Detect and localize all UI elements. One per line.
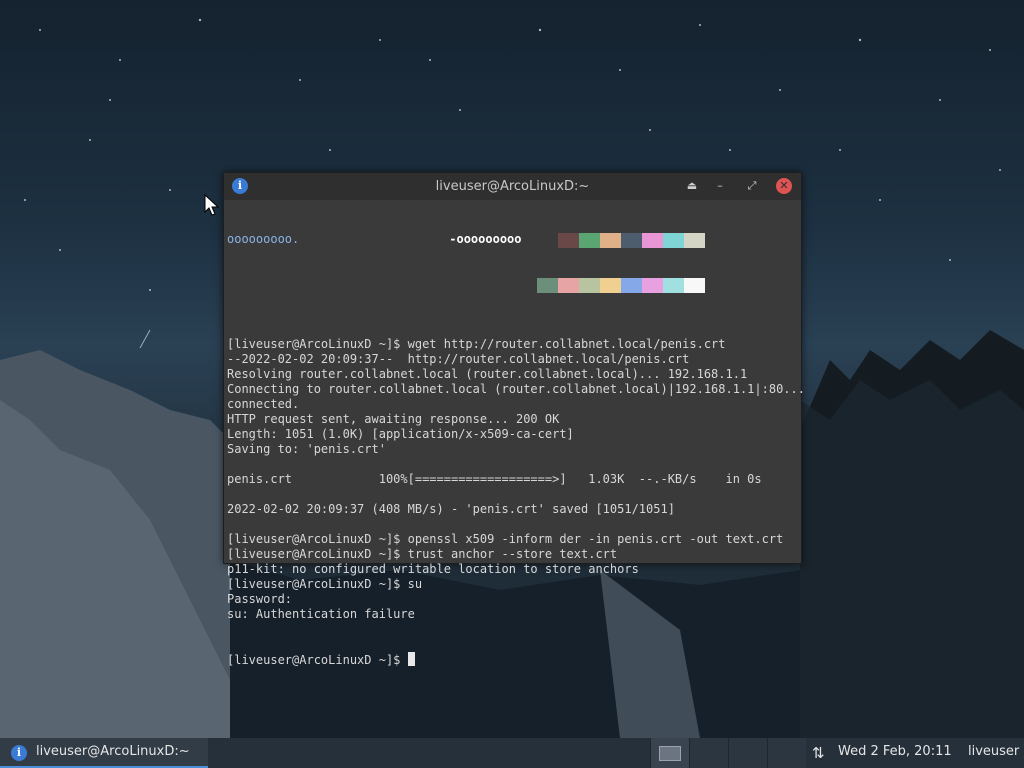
- terminal-window[interactable]: i liveuser@ArcoLinuxD:~ ⏏ – ⤢ ✕ oooooooo…: [223, 172, 805, 667]
- terminal-line: Resolving router.collabnet.local (router…: [227, 367, 748, 381]
- terminal-line: Saving to: 'penis.crt': [227, 442, 386, 456]
- terminal-line: HTTP request sent, awaiting response... …: [227, 412, 560, 426]
- terminal-line: Password:: [227, 592, 293, 606]
- taskbar: i liveuser@ArcoLinuxD:~ ⇅ Wed 2 Feb, 20:…: [0, 738, 1024, 768]
- user-menu[interactable]: liveuser: [968, 744, 1019, 759]
- art-mid: -ooooooooo: [449, 232, 522, 246]
- terminal-line: [liveuser@ArcoLinuxD ~]$ su: [227, 577, 423, 591]
- color-swatch: [579, 233, 600, 248]
- color-swatch: [600, 233, 621, 248]
- terminal-line: 2022-02-02 20:09:37 (408 MB/s) - 'penis.…: [227, 502, 675, 516]
- terminal-lines: [liveuser@ArcoLinuxD ~]$ wget http://rou…: [227, 292, 805, 622]
- color-swatch: [621, 278, 642, 293]
- color-swatch: [579, 278, 600, 293]
- terminal-line: [liveuser@ArcoLinuxD ~]$ openssl x509 -i…: [227, 532, 784, 546]
- terminal-line: connected.: [227, 397, 300, 411]
- info-icon: i: [11, 745, 27, 761]
- text-cursor: [407, 652, 415, 666]
- terminal-line: [liveuser@ArcoLinuxD ~]$ trust anchor --…: [227, 547, 618, 561]
- terminal-line: --2022-02-02 20:09:37-- http://router.co…: [227, 352, 690, 366]
- network-arrows-icon[interactable]: ⇅: [812, 744, 825, 762]
- window-titlebar[interactable]: i liveuser@ArcoLinuxD:~ ⏏ – ⤢ ✕: [224, 173, 801, 200]
- terminal-line: [liveuser@ArcoLinuxD ~]$ wget http://rou…: [227, 337, 726, 351]
- maximize-icon[interactable]: ⤢: [745, 179, 759, 193]
- color-swatch: [642, 233, 663, 248]
- color-swatch: [600, 278, 621, 293]
- color-swatch: [537, 278, 558, 293]
- color-swatch: [537, 233, 558, 248]
- terminal-line: Length: 1051 (1.0K) [application/x-x509-…: [227, 427, 574, 441]
- clock[interactable]: Wed 2 Feb, 20:11: [838, 744, 952, 759]
- color-swatches: [537, 203, 705, 323]
- terminal-line: su: Authentication failure: [227, 607, 415, 621]
- color-swatch: [642, 278, 663, 293]
- terminal-line: p11-kit: no configured writable location…: [227, 562, 639, 576]
- terminal-line: Connecting to router.collabnet.local (ro…: [227, 382, 805, 396]
- taskbar-window-label: liveuser@ArcoLinuxD:~: [36, 744, 190, 759]
- terminal-line: penis.crt 100%[===================>] 1.0…: [227, 472, 762, 486]
- workspace-1[interactable]: [650, 738, 689, 768]
- workspace-4[interactable]: [767, 738, 806, 768]
- close-icon[interactable]: ✕: [776, 178, 792, 194]
- color-swatch: [684, 278, 705, 293]
- minimize-icon[interactable]: –: [713, 179, 727, 193]
- keep-above-icon[interactable]: ⏏: [685, 179, 699, 193]
- color-swatch: [684, 233, 705, 248]
- color-swatch: [558, 233, 579, 248]
- terminal-output[interactable]: ooooooooo. -ooooooooo [liveuser@ArcoLinux…: [227, 202, 805, 667]
- workspace-window-preview: [659, 746, 681, 761]
- terminal-art-line: ooooooooo. -ooooooooo: [227, 232, 801, 247]
- color-swatch: [663, 233, 684, 248]
- color-swatch: [663, 278, 684, 293]
- taskbar-window-button[interactable]: i liveuser@ArcoLinuxD:~: [0, 738, 208, 768]
- color-swatch: [558, 278, 579, 293]
- art-left: ooooooooo.: [227, 232, 300, 246]
- workspace-3[interactable]: [728, 738, 767, 768]
- color-swatch: [621, 233, 642, 248]
- terminal-prompt: [liveuser@ArcoLinuxD ~]$: [227, 653, 408, 667]
- terminal-prompt-line[interactable]: [liveuser@ArcoLinuxD ~]$: [227, 652, 801, 667]
- workspace-2[interactable]: [689, 738, 728, 768]
- mouse-pointer-icon: [204, 194, 220, 216]
